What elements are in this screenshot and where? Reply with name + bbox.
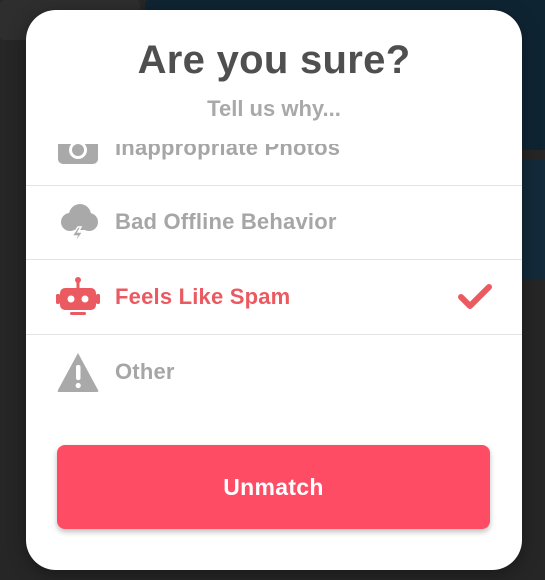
reason-option-label: Inappropriate Photos <box>115 144 341 160</box>
reason-option-label: Feels Like Spam <box>115 283 291 309</box>
dialog-title: Are you sure? <box>137 38 411 82</box>
reason-option-bad-offline-behavior[interactable]: Bad Offline Behavior <box>26 185 522 260</box>
reason-option-feels-like-spam[interactable]: Feels Like Spam <box>26 259 522 335</box>
camera-icon <box>56 144 100 170</box>
reason-option-other[interactable]: Other <box>26 335 522 406</box>
unmatch-button[interactable]: Unmatch <box>57 445 490 529</box>
checkmark-icon <box>458 280 492 314</box>
reason-option-label: Bad Offline Behavior <box>115 209 337 234</box>
unmatch-dialog: Are you sure? Tell us why... Inappropria… <box>26 10 522 570</box>
reason-option-label: Other <box>115 359 175 384</box>
robot-icon <box>56 275 100 319</box>
reason-option-inappropriate-photos[interactable]: Inappropriate Photos <box>26 144 522 186</box>
warning-icon <box>56 350 100 394</box>
storm-cloud-icon <box>56 200 100 244</box>
reason-list: Inappropriate Photos Bad Offline Behavio… <box>26 144 522 406</box>
dialog-subtitle: Tell us why... <box>207 96 341 121</box>
